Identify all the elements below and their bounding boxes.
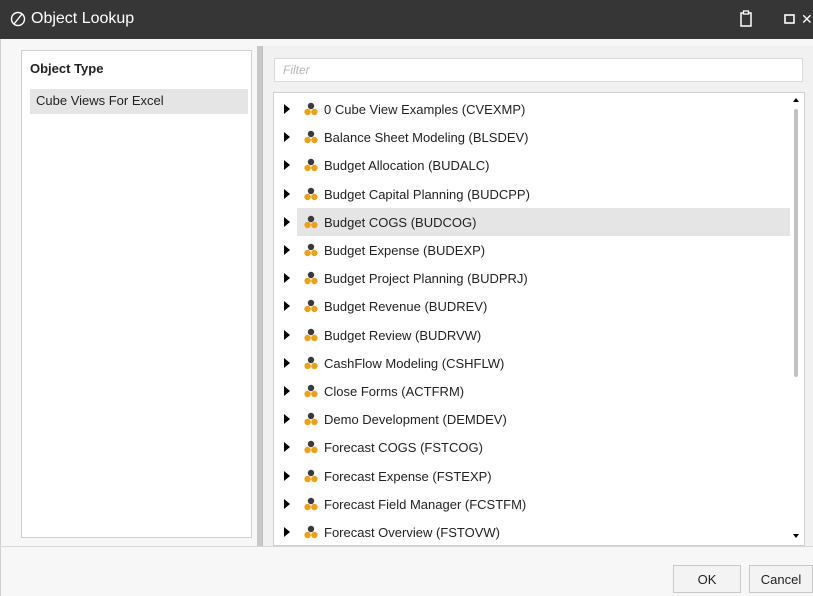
cube-view-group-icon <box>304 328 318 341</box>
cancel-button[interactable]: Cancel <box>749 565 813 593</box>
cube-view-group-icon <box>304 271 318 285</box>
tree-row-label: Forecast Field Manager (FCSTFM) <box>324 496 527 512</box>
expand-arrow-icon[interactable] <box>284 245 290 255</box>
vertical-scrollbar[interactable] <box>790 95 802 543</box>
object-tree: 0 Cube View Examples (CVEXMP) Balance She… <box>273 92 805 546</box>
expand-arrow-icon[interactable] <box>284 527 290 537</box>
app-logo-icon <box>10 11 26 27</box>
object-type-header: Object Type <box>30 61 104 76</box>
expand-arrow-icon[interactable] <box>284 216 290 227</box>
tree-row[interactable]: 0 Cube View Examples (CVEXMP) <box>274 95 792 123</box>
cube-view-group-icon <box>304 130 318 144</box>
tree-row-label: CashFlow Modeling (CSHFLW) <box>324 355 505 371</box>
filter-field[interactable] <box>274 58 803 82</box>
tree-row[interactable]: Budget Project Planning (BUDPRJ) <box>274 264 792 292</box>
tree-row-label: Budget Allocation (BUDALC) <box>324 158 490 174</box>
title-bar: Object Lookup ✕ <box>0 0 813 39</box>
expand-arrow-icon[interactable] <box>284 442 290 453</box>
tree-row-label: Budget Revenue (BUDREV) <box>324 299 488 315</box>
window-title: Object Lookup <box>31 10 135 27</box>
cube-view-group-icon <box>304 243 318 257</box>
window-left-border <box>0 39 1 596</box>
tree-row[interactable]: Budget Allocation (BUDALC) <box>274 151 792 179</box>
filter-input[interactable] <box>275 59 802 81</box>
cube-view-group-icon <box>304 159 318 172</box>
tree-row-label: Budget COGS (BUDCOG) <box>324 214 477 230</box>
tree-row[interactable]: Budget COGS (BUDCOG) <box>274 207 792 236</box>
tree-row-label: Budget Expense (BUDEXP) <box>324 243 486 258</box>
tree-row-label: Budget Review (BUDRVW) <box>324 327 482 343</box>
cube-view-group-icon <box>304 469 318 482</box>
expand-arrow-icon[interactable] <box>284 132 290 143</box>
scroll-up-arrow-icon[interactable] <box>793 98 799 102</box>
cube-view-group-icon <box>304 441 318 454</box>
expand-arrow-icon[interactable] <box>284 160 290 171</box>
cube-view-group-icon <box>304 497 318 510</box>
tree-row[interactable]: Budget Revenue (BUDREV) <box>274 292 792 320</box>
cube-view-group-icon <box>304 356 318 369</box>
expand-arrow-icon[interactable] <box>284 301 290 312</box>
object-type-item-label: Cube Views For Excel <box>36 93 164 108</box>
tree-row[interactable]: Budget Expense (BUDEXP) <box>274 236 792 264</box>
footer-divider <box>0 546 813 547</box>
close-icon[interactable]: ✕ <box>801 11 813 33</box>
tree-row[interactable]: Forecast Overview (FSTOVW) <box>274 518 792 545</box>
tree-row[interactable]: Balance Sheet Modeling (BLSDEV) <box>274 123 792 151</box>
expand-arrow-icon[interactable] <box>284 357 290 368</box>
tree-row-label: Forecast Overview (FSTOVW) <box>324 525 501 540</box>
tree-row[interactable]: Forecast COGS (FSTCOG) <box>274 433 792 461</box>
tree-row[interactable]: Budget Review (BUDRVW) <box>274 321 792 349</box>
expand-arrow-icon[interactable] <box>284 414 290 425</box>
maximize-icon[interactable] <box>779 8 801 30</box>
scroll-down-arrow-icon[interactable] <box>793 534 799 538</box>
scrollbar-thumb[interactable] <box>794 109 798 377</box>
tree-row[interactable]: CashFlow Modeling (CSHFLW) <box>274 349 792 377</box>
tree-row-label: Forecast COGS (FSTCOG) <box>324 440 483 456</box>
cube-view-group-icon <box>304 300 318 313</box>
tree-row[interactable]: Forecast Field Manager (FCSTFM) <box>274 490 792 518</box>
tree-row[interactable]: Close Forms (ACTFRM) <box>274 377 792 405</box>
expand-arrow-icon[interactable] <box>284 273 290 284</box>
cube-view-group-icon <box>304 412 318 426</box>
tree-row[interactable]: Budget Capital Planning (BUDCPP) <box>274 180 792 208</box>
object-type-item[interactable]: Cube Views For Excel <box>30 89 248 114</box>
tree-row[interactable]: Demo Development (DEMDEV) <box>274 405 792 433</box>
cube-view-group-icon <box>304 384 318 398</box>
expand-arrow-icon[interactable] <box>284 188 290 199</box>
expand-arrow-icon[interactable] <box>284 498 290 509</box>
cube-view-group-icon <box>304 102 318 116</box>
cube-view-group-icon <box>304 215 318 228</box>
expand-arrow-icon[interactable] <box>284 329 290 340</box>
tree-row-label: Balance Sheet Modeling (BLSDEV) <box>324 130 529 146</box>
expand-arrow-icon[interactable] <box>284 386 290 396</box>
tree-row-label: 0 Cube View Examples (CVEXMP) <box>324 102 526 117</box>
cube-view-group-icon <box>304 187 318 200</box>
expand-arrow-icon[interactable] <box>284 470 290 481</box>
tree-row-label: Forecast Expense (FSTEXP) <box>324 468 492 484</box>
tree-row-label: Budget Capital Planning (BUDCPP) <box>324 186 530 202</box>
tree-row-label: Close Forms (ACTFRM) <box>324 384 465 399</box>
tree-row-label: Budget Project Planning (BUDPRJ) <box>324 271 528 287</box>
tree-row-label: Demo Development (DEMDEV) <box>324 412 507 428</box>
cube-view-group-icon <box>304 525 318 539</box>
ok-button[interactable]: OK <box>673 565 741 593</box>
object-type-panel: Object Type Cube Views For Excel <box>21 50 252 538</box>
expand-arrow-icon[interactable] <box>284 104 290 114</box>
tree-row[interactable]: Forecast Expense (FSTEXP) <box>274 462 792 490</box>
clipboard-icon[interactable] <box>735 8 757 30</box>
